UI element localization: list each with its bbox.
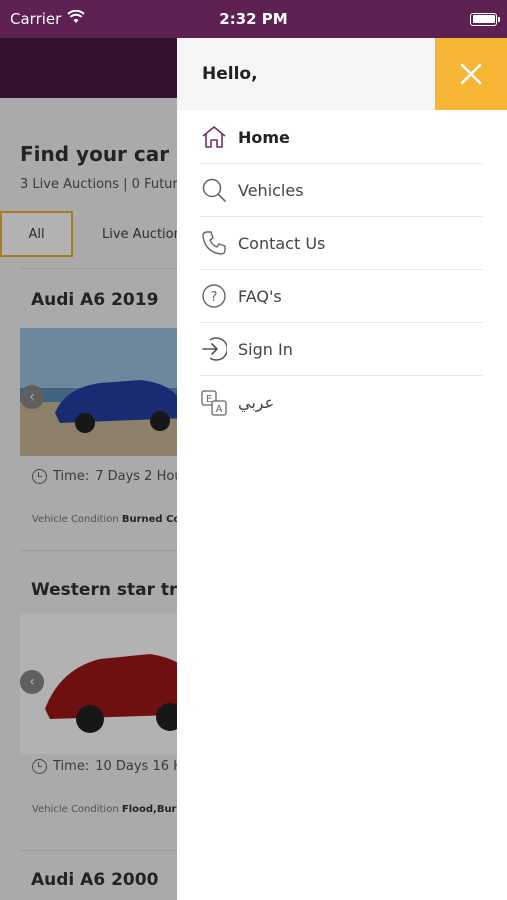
close-button[interactable] [435,38,507,110]
menu-label: Home [238,127,290,147]
question-icon: ? [200,282,228,310]
menu-label: Sign In [238,339,293,359]
side-drawer: Hello, Home Vehicles Contact Us ? FAQ's … [177,38,507,900]
phone-icon [200,229,228,257]
svg-text:E: E [206,394,212,405]
translate-icon: EA [200,389,228,417]
drawer-menu: Home Vehicles Contact Us ? FAQ's Sign In [200,111,483,429]
menu-item-sign-in[interactable]: Sign In [200,323,483,376]
search-icon [200,176,228,204]
home-icon [200,123,228,151]
menu-label: عربي [238,393,275,412]
carrier-label: Carrier [10,10,62,28]
close-icon [460,63,482,85]
menu-item-arabic[interactable]: EA عربي [200,376,483,429]
wifi-icon [67,9,86,28]
menu-label: Contact Us [238,233,326,253]
svg-text:A: A [216,404,223,415]
status-time: 2:32 PM [219,10,288,28]
status-bar: Carrier 2:32 PM [0,0,507,38]
menu-label: FAQ's [238,286,282,306]
battery-icon [470,12,500,26]
sign-in-icon [200,335,228,363]
menu-item-vehicles[interactable]: Vehicles [200,164,483,217]
menu-item-contact-us[interactable]: Contact Us [200,217,483,270]
svg-text:?: ? [211,290,218,305]
menu-label: Vehicles [238,180,304,200]
drawer-header: Hello, [177,38,507,110]
greeting: Hello, [202,64,258,84]
menu-item-faqs[interactable]: ? FAQ's [200,270,483,323]
menu-item-home[interactable]: Home [200,111,483,164]
